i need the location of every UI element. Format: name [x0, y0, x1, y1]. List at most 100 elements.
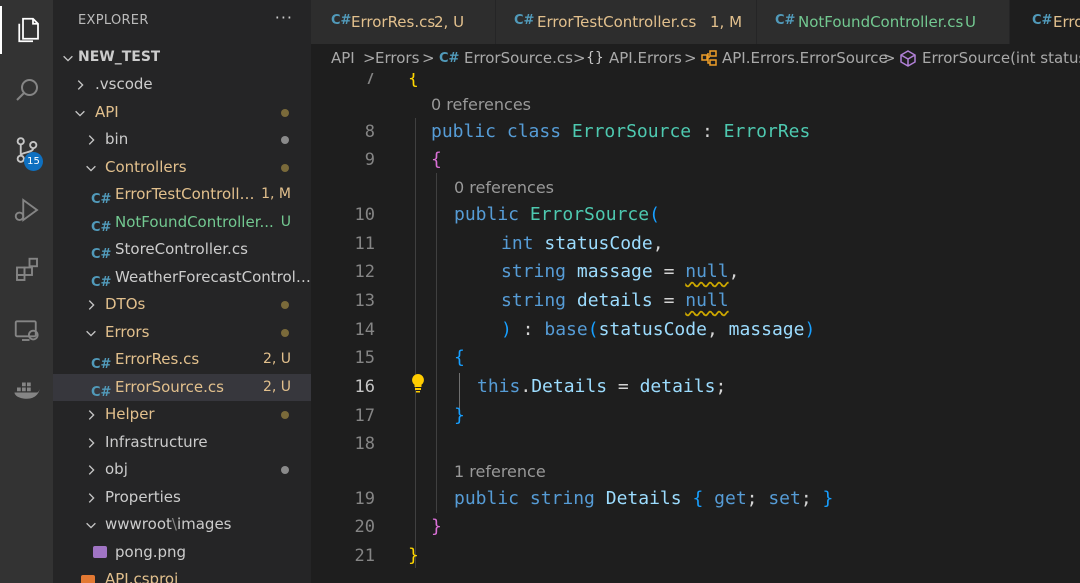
- tab-status: 1, M: [710, 13, 743, 31]
- chevron-down-icon: [86, 165, 96, 172]
- csharp-file-icon: C#: [514, 13, 535, 28]
- tab-notfoundcontroller[interactable]: C# NotFoundController.cs U: [757, 0, 1010, 44]
- line-number: 14: [354, 320, 375, 340]
- run-debug-icon[interactable]: [0, 186, 53, 234]
- breadcrumb-item[interactable]: API.Errors: [609, 44, 682, 73]
- chevron-right-icon: [88, 300, 95, 310]
- tab-label: NotFoundController.cs: [798, 13, 964, 31]
- tree-folder-infrastructure[interactable]: Infrastructure: [53, 429, 311, 456]
- tree-file-errortestcontroller[interactable]: C# ErrorTestControlle... 1, M: [53, 181, 311, 208]
- tree-folder-controllers[interactable]: Controllers: [53, 154, 311, 181]
- chevron-down-icon: [86, 522, 96, 529]
- tree-folder-vscode[interactable]: .vscode: [53, 71, 311, 98]
- line-number-current: 16: [354, 377, 375, 397]
- code-line: public class ErrorSource : ErrorRes: [431, 118, 810, 146]
- tree-root-new-test[interactable]: NEW_TEST: [53, 44, 311, 71]
- tree-file-notfoundcontroller[interactable]: C# NotFoundController... U: [53, 209, 311, 236]
- tree-file-api-csproj[interactable]: API.csproj: [53, 566, 311, 583]
- tab-errortestcontroller[interactable]: C# ErrorTestController.cs 1, M: [496, 0, 757, 44]
- breadcrumb: API > Errors > C# ErrorSource.cs > {} AP…: [311, 44, 1080, 73]
- tab-errorsource-active[interactable]: C# Erro: [1010, 0, 1080, 44]
- more-actions-icon[interactable]: ···: [275, 8, 293, 27]
- line-number: 18: [354, 434, 375, 454]
- chevron-down-icon: [86, 330, 96, 337]
- tree-file-errorsource[interactable]: C# ErrorSource.cs 2, U: [53, 374, 311, 401]
- code-line: }: [408, 545, 419, 566]
- line-number: 21: [354, 546, 375, 566]
- tree-folder-bin[interactable]: bin: [53, 126, 311, 153]
- codelens-references[interactable]: 0 references: [454, 176, 554, 200]
- codelens-references[interactable]: 1 reference: [454, 460, 546, 484]
- breadcrumb-item[interactable]: API: [331, 44, 355, 73]
- chevron-right-icon: [77, 80, 84, 90]
- indent-guide: [436, 173, 437, 513]
- remote-explorer-icon[interactable]: [0, 306, 53, 354]
- modified-dot: [281, 411, 289, 419]
- indent-guide: [415, 118, 416, 568]
- chevron-right-icon: [88, 493, 95, 503]
- tree-item-label: pong.png: [115, 543, 187, 561]
- tree-file-weatherforecastcontroller[interactable]: C# WeatherForecastControll...: [53, 264, 311, 291]
- explorer-icon[interactable]: [0, 6, 53, 54]
- git-status: U: [280, 214, 291, 230]
- tree-folder-helper[interactable]: Helper: [53, 401, 311, 428]
- code-line: }: [431, 516, 442, 537]
- tree-folder-obj[interactable]: obj: [53, 456, 311, 483]
- tree-folder-errors[interactable]: Errors: [53, 319, 311, 346]
- keyword: base: [544, 319, 588, 340]
- keyword: public: [454, 488, 520, 509]
- search-icon[interactable]: [0, 66, 53, 114]
- code-line: ) : base(statusCode, massage): [501, 319, 816, 340]
- code-line: public string Details { get; set; }: [454, 488, 834, 509]
- keyword: string: [501, 261, 567, 282]
- tab-label: ErrorTestController.cs: [537, 13, 697, 31]
- line-number: 11: [354, 234, 375, 254]
- tree-folder-dtos[interactable]: DTOs: [53, 291, 311, 318]
- line-number: 10: [354, 205, 375, 225]
- tab-errorres[interactable]: C# ErrorRes.cs 2, U: [311, 0, 496, 44]
- breadcrumb-item[interactable]: ErrorSource(int statusC: [922, 44, 1080, 73]
- activity-bar: 15: [0, 0, 53, 583]
- lightbulb-icon[interactable]: [410, 373, 426, 393]
- keyword: int: [501, 233, 534, 254]
- tree-file-storecontroller[interactable]: C# StoreController.cs: [53, 236, 311, 263]
- breadcrumb-separator: >: [573, 49, 586, 67]
- keyword: null: [685, 261, 729, 282]
- code-line: {: [454, 347, 465, 368]
- tree-item-label: Helper: [105, 405, 155, 423]
- tree-item-label: ErrorRes.cs: [115, 350, 200, 368]
- tree-item-label-part: images: [176, 515, 232, 533]
- source-control-badge: 15: [24, 152, 43, 171]
- chevron-right-icon: [88, 438, 95, 448]
- type-name: ErrorRes: [723, 121, 811, 142]
- keyword: null: [685, 290, 729, 311]
- code-line: string massage = null,: [501, 261, 740, 282]
- tree-file-errorres[interactable]: C# ErrorRes.cs 2, U: [53, 346, 311, 373]
- chevron-right-icon: [88, 465, 95, 475]
- breadcrumb-item[interactable]: Errors: [375, 44, 419, 73]
- breadcrumb-item[interactable]: API.Errors.ErrorSource: [722, 44, 888, 73]
- code-line: public ErrorSource(: [454, 204, 660, 225]
- tree-item-label: .vscode: [95, 75, 153, 93]
- tree-folder-wwwroot-images[interactable]: wwwroot\images: [53, 511, 311, 538]
- punctuation: :: [701, 121, 713, 142]
- parameter: details: [639, 376, 716, 397]
- git-status: 2, U: [262, 379, 291, 395]
- explorer-header: EXPLORER ···: [53, 0, 311, 44]
- line-number: 8: [364, 122, 375, 142]
- breadcrumb-separator: >: [363, 49, 376, 67]
- codelens-references[interactable]: 0 references: [431, 93, 531, 117]
- breadcrumb-separator: >: [422, 49, 435, 67]
- line-number: 17: [354, 406, 375, 426]
- extensions-icon[interactable]: [0, 246, 53, 294]
- tree-file-pong[interactable]: pong.png: [53, 539, 311, 566]
- tab-status: U: [965, 13, 976, 31]
- docker-icon[interactable]: [0, 366, 53, 414]
- code-editor[interactable]: 7 8 9 10 11 12 13 14 15 16 17 18 19 20 2…: [311, 73, 1080, 583]
- modified-dot: [281, 466, 289, 474]
- breadcrumb-item[interactable]: ErrorSource.cs: [464, 44, 573, 73]
- tree-folder-properties[interactable]: Properties: [53, 484, 311, 511]
- tree-folder-api[interactable]: API: [53, 99, 311, 126]
- class-icon: [701, 50, 717, 66]
- tree-item-label: StoreController.cs: [115, 240, 248, 258]
